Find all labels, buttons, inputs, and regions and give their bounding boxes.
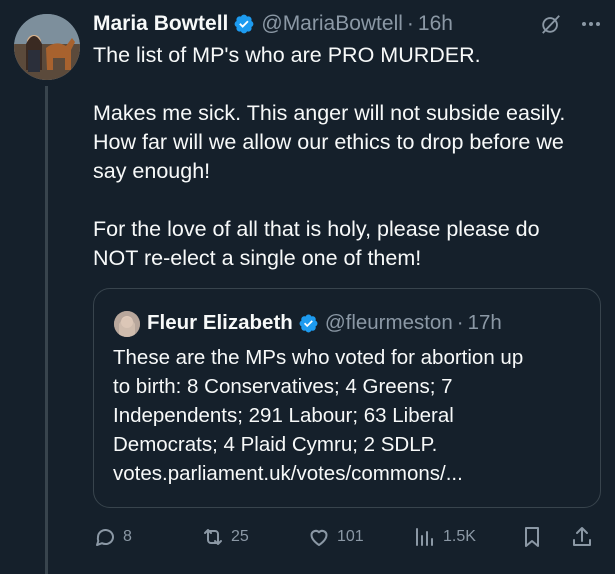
verified-badge-icon — [299, 314, 318, 332]
quote-time: 17h — [467, 311, 502, 334]
analytics-icon — [416, 528, 433, 546]
author-handle[interactable]: @MariaBowtell — [261, 12, 403, 36]
bookmark-button[interactable] — [520, 520, 544, 554]
tweet-text: The list of MP's who are PRO MURDER. Mak… — [93, 41, 608, 273]
quote-avatar-photo — [114, 311, 140, 337]
action-bar: 8 25 101 1.5K — [0, 520, 615, 554]
avatar-photo — [14, 14, 80, 80]
tweet-time[interactable]: 16h — [418, 12, 453, 36]
tweet-line: For the love of all that is holy, please… — [93, 217, 540, 241]
repost-count: 25 — [231, 528, 249, 545]
tweet[interactable]: Maria Bowtell @MariaBowtell · 16h The li… — [0, 0, 615, 574]
separator-dot: · — [456, 311, 464, 334]
more-icon[interactable] — [579, 12, 603, 36]
reply-icon — [96, 529, 114, 546]
quote-line: Democrats; 4 Plaid Cymru; 2 SDLP. — [113, 433, 438, 456]
tweet-header: Maria Bowtell @MariaBowtell · 16h — [93, 10, 453, 38]
tweet-line: The list of MP's who are PRO MURDER. — [93, 43, 481, 67]
share-button[interactable] — [570, 520, 594, 554]
verified-badge-icon — [234, 14, 254, 34]
grok-icon[interactable] — [540, 13, 562, 35]
separator-dot: · — [406, 12, 414, 35]
views-button[interactable]: 1.5K — [413, 520, 476, 554]
share-icon — [573, 527, 591, 546]
tweet-line: Makes me sick. This anger will not subsi… — [93, 101, 566, 125]
tweet-line: NOT re-elect a single one of them! — [93, 246, 422, 270]
like-count: 101 — [337, 528, 364, 545]
author-name[interactable]: Maria Bowtell — [93, 12, 228, 36]
quote-header: Fleur Elizabeth @fleurmeston · 17h — [147, 309, 502, 337]
quote-author-avatar — [114, 311, 140, 337]
quote-text: These are the MPs who voted for abortion… — [113, 343, 523, 488]
reply-button[interactable]: 8 — [93, 520, 132, 554]
repost-button[interactable]: 25 — [201, 520, 249, 554]
quoted-tweet[interactable]: Fleur Elizabeth @fleurmeston · 17h These… — [93, 288, 601, 508]
quote-author-name: Fleur Elizabeth — [147, 311, 293, 334]
repost-icon — [204, 529, 222, 545]
quote-line: to birth: 8 Conservatives; 4 Greens; 7 — [113, 375, 453, 398]
thread-line — [45, 86, 48, 574]
quote-author-handle: @fleurmeston — [324, 311, 453, 334]
bookmark-icon — [525, 527, 539, 547]
heart-icon — [310, 529, 328, 546]
reply-count: 8 — [123, 528, 132, 545]
quote-line: votes.parliament.uk/votes/commons/... — [113, 462, 463, 485]
quote-line: Independents; 291 Labour; 63 Liberal — [113, 404, 454, 427]
view-count: 1.5K — [443, 528, 476, 545]
quote-line: These are the MPs who voted for abortion… — [113, 346, 524, 369]
author-avatar[interactable] — [14, 14, 80, 80]
tweet-line: How far will we allow our ethics to drop… — [93, 130, 564, 154]
like-button[interactable]: 101 — [307, 520, 364, 554]
tweet-line: say enough! — [93, 159, 211, 183]
